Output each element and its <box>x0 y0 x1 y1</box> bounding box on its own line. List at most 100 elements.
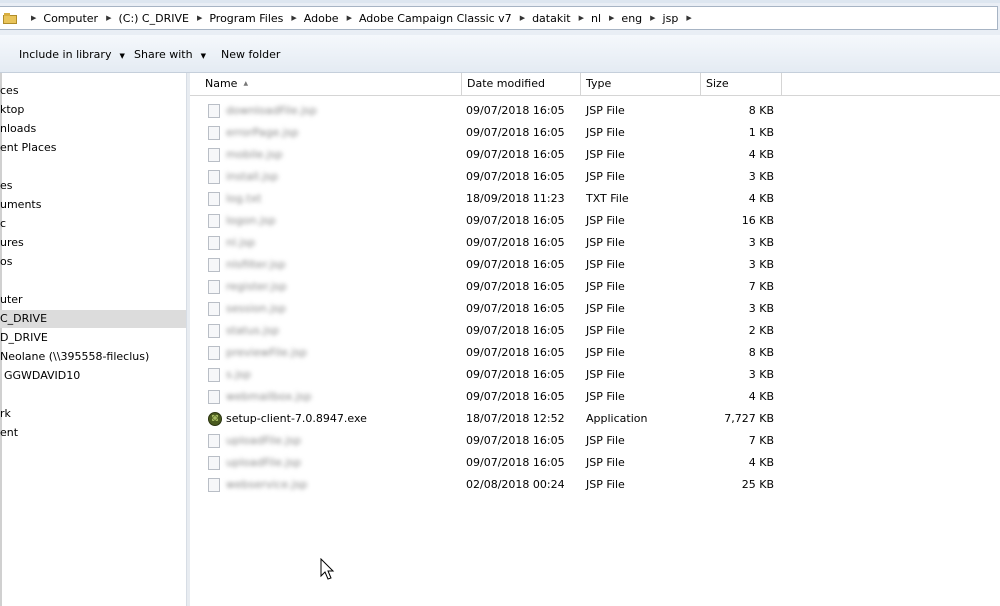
breadcrumb-separator-icon[interactable]: ▶ <box>31 14 36 22</box>
nav-item[interactable]: ktop <box>0 101 186 119</box>
share-with-button[interactable]: Share with ▼ <box>134 48 206 61</box>
nav-item[interactable]: Neolane (\\395558-fileclus) <box>0 348 186 366</box>
include-in-library-button[interactable]: Include in library ▼ <box>19 48 125 61</box>
file-size: 25 KB <box>741 478 774 491</box>
file-size: 3 KB <box>748 258 774 271</box>
breadcrumb-separator-icon[interactable]: ▶ <box>520 14 525 22</box>
file-row[interactable]: downloadFile.jsp 09/07/2018 16:05 JSP File… <box>190 100 790 122</box>
file-row[interactable]: errorPage.jsp 09/07/2018 16:05 JSP File 1 K… <box>190 122 790 144</box>
column-header-date[interactable]: Date modified <box>462 73 581 95</box>
file-row[interactable]: status.jsp 09/07/2018 16:05 JSP File 2 KB <box>190 320 790 342</box>
column-header-type[interactable]: Type <box>581 73 701 95</box>
file-size: 3 KB <box>748 302 774 315</box>
mouse-pointer-icon <box>320 558 335 580</box>
file-date: 09/07/2018 16:05 <box>466 456 565 469</box>
file-row[interactable]: previewFile.jsp 09/07/2018 16:05 JSP File 8… <box>190 342 790 364</box>
nav-item[interactable]: c <box>0 215 186 233</box>
breadcrumb-item[interactable]: datakit <box>532 12 571 25</box>
file-icon <box>208 126 220 140</box>
breadcrumb-separator-icon[interactable]: ▶ <box>106 14 111 22</box>
file-row[interactable]: uploadFile.jsp 09/07/2018 16:05 JSP File 7 … <box>190 430 790 452</box>
file-date: 09/07/2018 16:05 <box>466 258 565 271</box>
breadcrumb-separator-icon[interactable]: ▶ <box>609 14 614 22</box>
nav-item[interactable]: uments <box>0 196 186 214</box>
breadcrumb-item[interactable]: Adobe Campaign Classic v7 <box>359 12 512 25</box>
nav-item[interactable]: C_DRIVE <box>0 310 186 328</box>
file-icon <box>208 148 220 162</box>
file-date: 09/07/2018 16:05 <box>466 148 565 161</box>
column-header-row: Name ▲ Date modified Type Size <box>190 73 1000 96</box>
nav-item[interactable]: GGWDAVID10 <box>0 367 186 385</box>
file-name: s.jsp <box>226 368 251 381</box>
file-row[interactable]: nlsfilter.jsp 09/07/2018 16:05 JSP File 3 K… <box>190 254 790 276</box>
file-row[interactable]: mobile.jsp 09/07/2018 16:05 JSP File 4 KB <box>190 144 790 166</box>
file-name: register.jsp <box>226 280 287 293</box>
file-list: Name ▲ Date modified Type Size downloadFi… <box>190 73 1000 606</box>
breadcrumb-item[interactable]: Program Files <box>209 12 283 25</box>
breadcrumb-item[interactable]: eng <box>621 12 642 25</box>
breadcrumb-item[interactable]: nl <box>591 12 601 25</box>
breadcrumb-item[interactable]: Adobe <box>304 12 339 25</box>
nav-item[interactable]: nloads <box>0 120 186 138</box>
file-date: 18/09/2018 11:23 <box>466 192 565 205</box>
file-row[interactable]: nl.jsp 09/07/2018 16:05 JSP File 3 KB <box>190 232 790 254</box>
file-type: JSP File <box>586 368 625 381</box>
file-row[interactable]: webservice.jsp 02/08/2018 00:24 JSP File 25… <box>190 474 790 496</box>
column-header-name[interactable]: Name ▲ <box>190 73 462 95</box>
nav-item[interactable]: rk <box>0 405 186 423</box>
breadcrumb-separator-icon[interactable]: ▶ <box>686 14 691 22</box>
file-name-cell: nlsfilter.jsp <box>208 254 458 276</box>
file-date: 09/07/2018 16:05 <box>466 126 565 139</box>
breadcrumb-separator-icon[interactable]: ▶ <box>650 14 655 22</box>
breadcrumb-separator-icon[interactable]: ▶ <box>347 14 352 22</box>
nav-item[interactable]: es <box>0 177 186 195</box>
breadcrumb-item[interactable]: (C:) C_DRIVE <box>118 12 188 25</box>
nav-item[interactable]: os <box>0 253 186 271</box>
file-row[interactable]: ⌘ setup-client-7.0.8947.exe 18/07/2018 12:… <box>190 408 790 430</box>
breadcrumb: ▶ Computer ▶ (C:) C_DRIVE ▶ Program Files ▶ Ado… <box>0 7 699 29</box>
file-row[interactable]: uploadFile.jsp 09/07/2018 16:05 JSP File 4 … <box>190 452 790 474</box>
file-icon <box>208 434 220 448</box>
file-date: 09/07/2018 16:05 <box>466 434 565 447</box>
file-row[interactable]: s.jsp 09/07/2018 16:05 JSP File 3 KB <box>190 364 790 386</box>
file-type: JSP File <box>586 236 625 249</box>
breadcrumb-item[interactable]: Computer <box>43 12 98 25</box>
breadcrumb-separator-icon[interactable]: ▶ <box>197 14 202 22</box>
file-row[interactable]: install.jsp 09/07/2018 16:05 JSP File 3 KB <box>190 166 790 188</box>
file-name-cell: downloadFile.jsp <box>208 100 458 122</box>
file-size: 8 KB <box>748 104 774 117</box>
file-row[interactable]: webmailbox.jsp 09/07/2018 16:05 JSP File 4 … <box>190 386 790 408</box>
file-icon <box>208 346 220 360</box>
file-name: mobile.jsp <box>226 148 283 161</box>
file-name: downloadFile.jsp <box>226 104 317 117</box>
nav-item[interactable]: D_DRIVE <box>0 329 186 347</box>
file-date: 09/07/2018 16:05 <box>466 324 565 337</box>
breadcrumb-separator-icon[interactable]: ▶ <box>579 14 584 22</box>
column-header-size[interactable]: Size <box>701 73 782 95</box>
file-name-cell: uploadFile.jsp <box>208 430 458 452</box>
file-name-cell: install.jsp <box>208 166 458 188</box>
new-folder-button[interactable]: New folder <box>221 48 280 61</box>
nav-item[interactable]: ures <box>0 234 186 252</box>
nav-item[interactable]: ces <box>0 82 186 100</box>
file-date: 09/07/2018 16:05 <box>466 368 565 381</box>
nav-item[interactable]: ent <box>0 424 186 442</box>
file-row[interactable]: log.txt 18/09/2018 11:23 TXT File 4 KB <box>190 188 790 210</box>
file-size: 1 KB <box>748 126 774 139</box>
breadcrumb-separator-icon[interactable]: ▶ <box>291 14 296 22</box>
file-date: 09/07/2018 16:05 <box>466 390 565 403</box>
nav-item[interactable]: ent Places <box>0 139 186 157</box>
address-bar[interactable]: ▶ Computer ▶ (C:) C_DRIVE ▶ Program Files ▶ Ado… <box>0 6 998 30</box>
file-row[interactable]: register.jsp 09/07/2018 16:05 JSP File 7 KB <box>190 276 790 298</box>
file-row[interactable]: session.jsp 09/07/2018 16:05 JSP File 3 KB <box>190 298 790 320</box>
file-row[interactable]: logon.jsp 09/07/2018 16:05 JSP File 16 KB <box>190 210 790 232</box>
new-folder-label: New folder <box>221 48 281 61</box>
breadcrumb-item[interactable]: jsp <box>663 12 679 25</box>
file-name-cell: uploadFile.jsp <box>208 452 458 474</box>
file-date: 09/07/2018 16:05 <box>466 280 565 293</box>
nav-item[interactable]: uter <box>0 291 186 309</box>
file-type: JSP File <box>586 280 625 293</box>
file-type: JSP File <box>586 346 625 359</box>
file-icon <box>208 456 220 470</box>
file-size: 3 KB <box>748 368 774 381</box>
